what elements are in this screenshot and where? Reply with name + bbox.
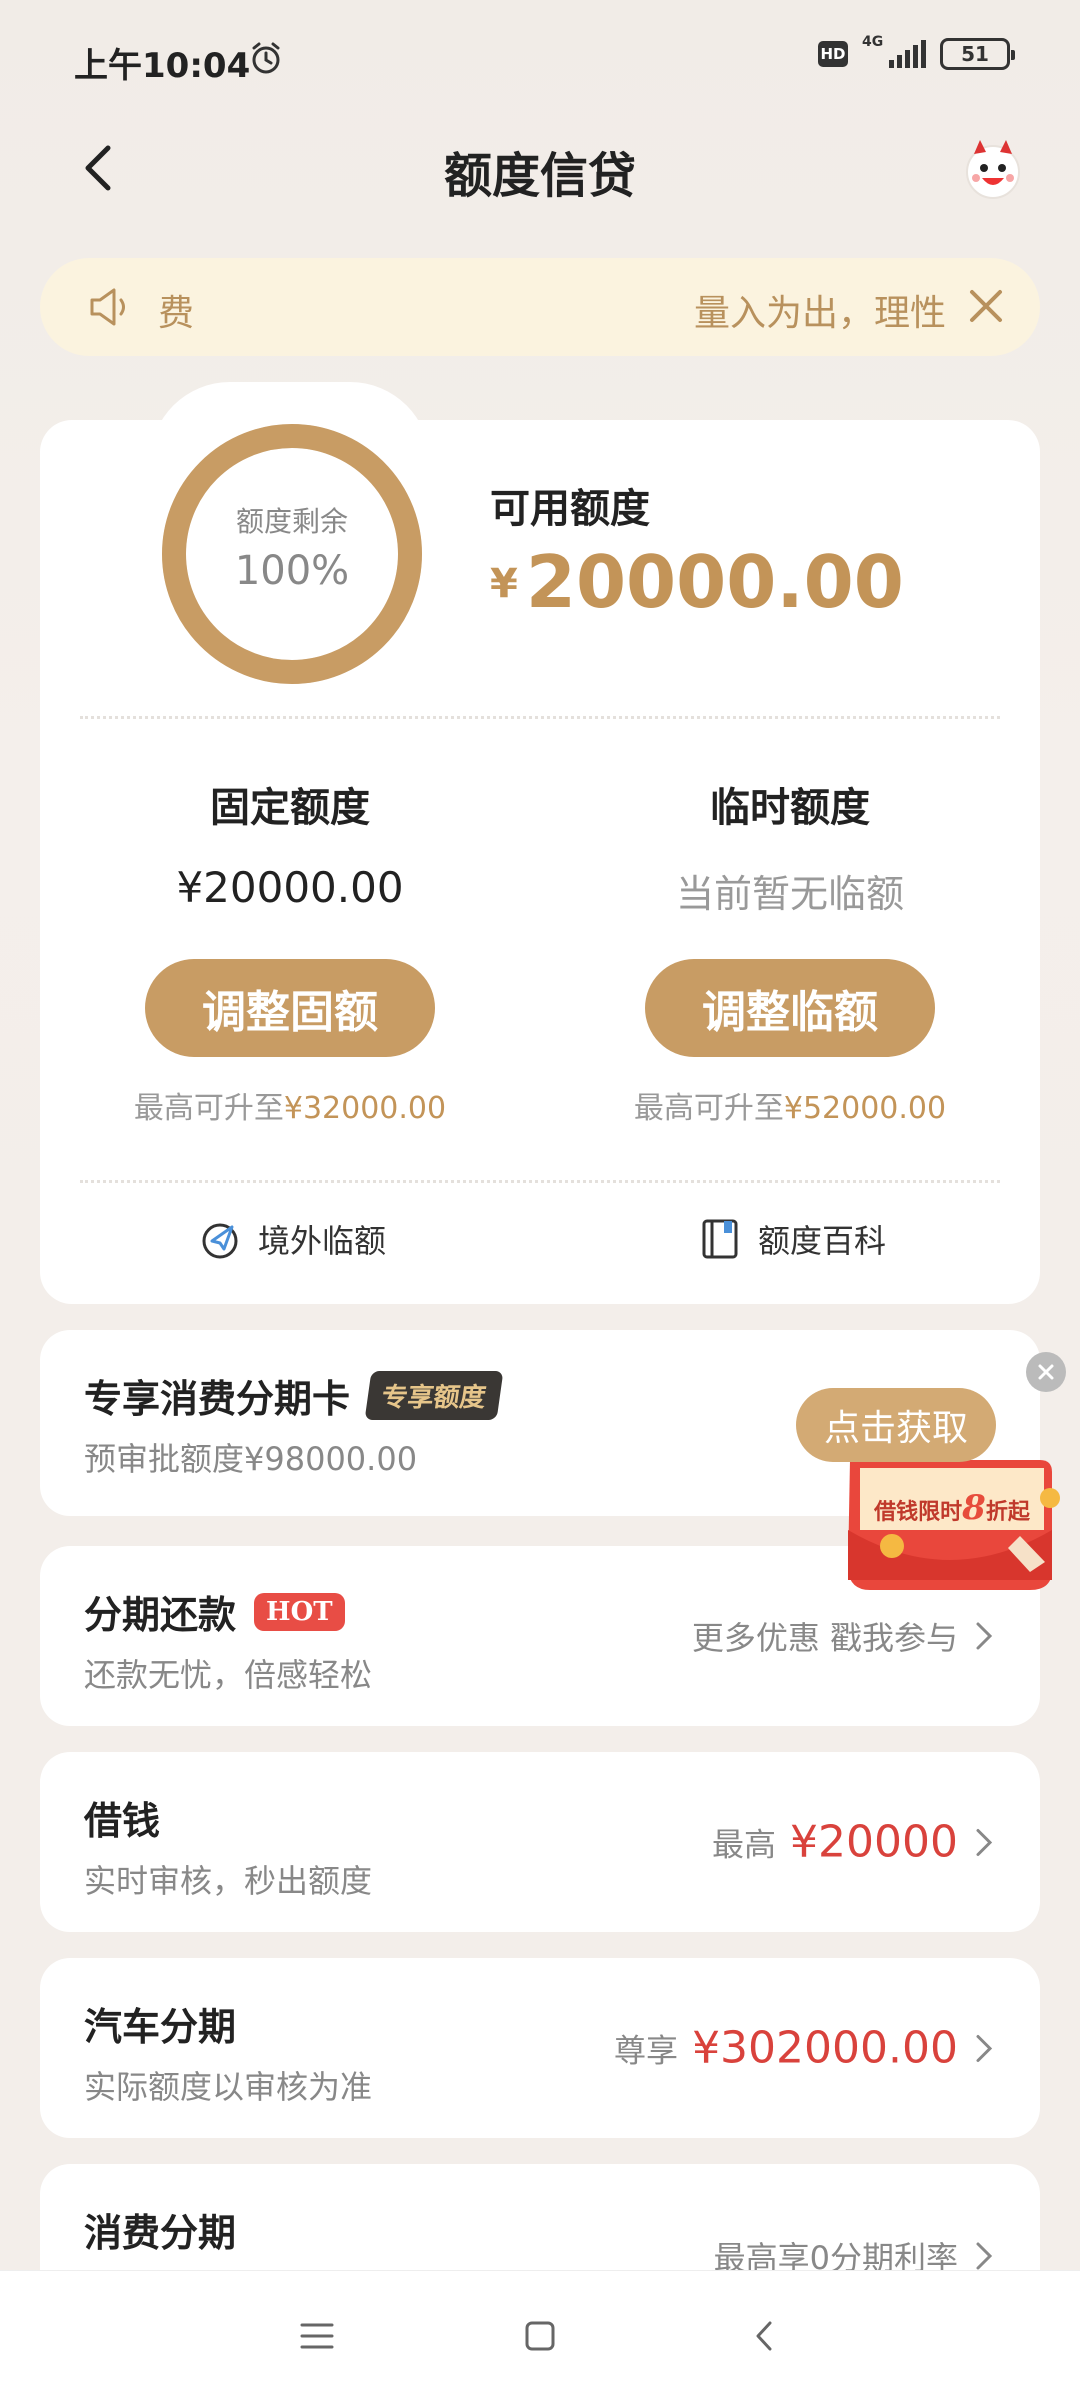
temp-max-note: 最高可升至¥52000.00	[590, 1083, 990, 1127]
installment-repay-title: 分期还款	[84, 1593, 237, 1637]
temp-limit-title: 临时额度	[710, 785, 870, 831]
currency-symbol: ¥	[490, 561, 518, 607]
car-loan-card[interactable]: 汽车分期 实际额度以审核为准 尊享 ¥302000.00	[40, 1958, 1040, 2138]
hot-badge: HOT	[254, 1592, 345, 1631]
car-loan-sub: 实际额度以审核为准	[84, 2068, 373, 2106]
fixed-limit-value: ¥20000.00	[176, 863, 404, 912]
alarm-icon	[252, 42, 280, 74]
ring-label: 额度剩余	[235, 505, 348, 538]
promo-close-icon[interactable]	[1026, 1352, 1066, 1392]
notice-text-left: 费	[158, 293, 195, 334]
limit-wiki-link[interactable]: 额度百科	[698, 1216, 886, 1262]
installment-repay-right: 更多优惠 戳我参与	[692, 1613, 996, 1659]
battery-level: 51	[961, 42, 989, 66]
chevron-right-icon	[976, 1828, 993, 1856]
promo-discount: 8	[962, 1488, 986, 1528]
promo-text: 借钱限时8折起	[872, 1488, 1032, 1528]
plane-icon	[202, 1223, 238, 1259]
back-icon[interactable]	[740, 2311, 790, 2361]
red-packet-promo[interactable]: 借钱限时8折起	[830, 1440, 1070, 1610]
close-icon[interactable]	[964, 284, 1008, 328]
battery-icon: 51	[940, 38, 1015, 70]
temp-max-prefix: 最高可升至	[633, 1091, 784, 1126]
system-nav-bar	[0, 2270, 1080, 2400]
hd-icon: HD	[818, 41, 848, 67]
speaker-icon	[90, 288, 125, 326]
book-icon	[702, 1219, 738, 1259]
fixed-limit-section: 固定额度 ¥20000.00 调整固额 最高可升至¥32000.00	[90, 775, 490, 1127]
signal-icon: 4G	[862, 34, 926, 70]
available-label: 可用额度	[490, 486, 650, 532]
fixed-limit-title: 固定额度	[210, 785, 370, 831]
borrow-pre: 最高	[712, 1825, 777, 1863]
adjust-fixed-button[interactable]: 调整固额	[145, 959, 435, 1057]
installment-card-sub: 预审批额度¥98000.00	[84, 1440, 418, 1478]
divider	[80, 716, 1000, 719]
installment-repay-promo: 更多优惠 戳我参与	[691, 1619, 958, 1657]
installment-repay-title-row: 分期还款 HOT	[84, 1584, 345, 1639]
exclusive-badge: 专享额度	[364, 1371, 504, 1420]
borrow-sub: 实时审核，秒出额度	[84, 1862, 373, 1900]
mascot-icon[interactable]	[958, 134, 1028, 204]
temp-limit-value: 当前暂无临额	[675, 872, 904, 916]
borrow-title: 借钱	[84, 1799, 161, 1843]
status-bar: 上午10:04 HD 4G 51	[0, 0, 1080, 118]
consume-title: 消费分期	[84, 2211, 237, 2255]
credit-card: 额度剩余 100% 可用额度 ¥20000.00 固定额度 ¥20000.00 …	[40, 420, 1040, 1304]
car-loan-pre: 尊享	[614, 2031, 679, 2069]
chevron-right-icon	[976, 2242, 993, 2270]
borrow-card[interactable]: 借钱 实时审核，秒出额度 最高 ¥20000	[40, 1752, 1040, 1932]
car-loan-right: 尊享 ¥302000.00	[614, 2023, 996, 2074]
temp-limit-section: 临时额度 当前暂无临额 调整临额 最高可升至¥52000.00	[590, 775, 990, 1127]
limit-wiki-label: 额度百科	[758, 1222, 887, 1260]
chevron-right-icon	[976, 1622, 993, 1650]
installment-card-title-row: 专享消费分期卡 专享额度	[84, 1368, 504, 1423]
ring-value: 100%	[234, 548, 350, 594]
menu-icon[interactable]	[292, 2311, 342, 2361]
notice-text-right: 量入为出，理性	[694, 293, 947, 334]
available-amount: ¥20000.00	[490, 540, 904, 624]
car-loan-amount: ¥302000.00	[692, 2022, 958, 2074]
promo-prefix: 借钱限时	[874, 1499, 963, 1525]
adjust-temp-button[interactable]: 调整临额	[645, 959, 935, 1057]
divider	[80, 1180, 1000, 1183]
installment-card-title: 专享消费分期卡	[84, 1377, 351, 1421]
fixed-max-prefix: 最高可升至	[133, 1091, 284, 1126]
car-loan-title: 汽车分期	[84, 2005, 237, 2049]
get-card-button[interactable]: 点击获取	[796, 1388, 996, 1462]
notice-bar[interactable]: 费 量入为出，理性	[40, 258, 1040, 356]
home-icon[interactable]	[515, 2311, 565, 2361]
borrow-amount: ¥20000	[790, 1816, 958, 1868]
borrow-right: 最高 ¥20000	[712, 1817, 996, 1868]
installment-repay-sub: 还款无忧，倍感轻松	[84, 1656, 373, 1694]
temp-max-amount: ¥52000.00	[783, 1091, 947, 1126]
chevron-right-icon	[976, 2034, 993, 2062]
status-time: 上午10:04	[74, 46, 251, 86]
promo-suffix: 折起	[985, 1499, 1030, 1525]
page-title: 额度信贷	[443, 148, 636, 204]
fixed-max-amount: ¥32000.00	[283, 1091, 447, 1126]
nav-bar: 额度信贷	[0, 118, 1080, 218]
status-icons: HD 4G 51	[818, 34, 1015, 70]
overseas-limit-label: 境外临额	[258, 1222, 387, 1260]
fixed-max-note: 最高可升至¥32000.00	[90, 1083, 490, 1127]
network-type: 4G	[862, 34, 884, 50]
available-amount-value: 20000.00	[525, 540, 904, 624]
overseas-limit-link[interactable]: 境外临额	[198, 1216, 386, 1262]
